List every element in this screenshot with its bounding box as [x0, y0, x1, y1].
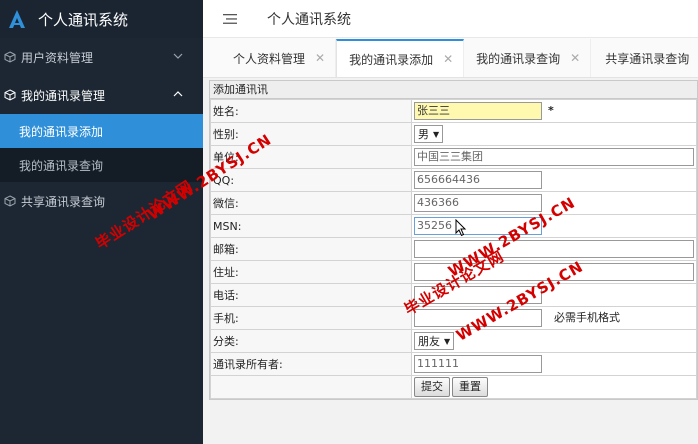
tab-bar: 个人资料管理 ✕ 我的通讯录添加 ✕ 我的通讯录查询 ✕ 共享通讯录查询 ✕	[203, 38, 698, 78]
category-select[interactable]: 朋友 ▼	[414, 332, 455, 350]
form-row-wechat: 微信: 436366	[210, 191, 697, 215]
cube-icon	[4, 89, 16, 101]
chevron-up-icon	[173, 91, 183, 97]
sidebar-item-shared-contacts[interactable]: 共享通讯录查询	[0, 182, 203, 220]
brand: 个人通讯系统	[0, 0, 203, 38]
cube-icon	[4, 51, 16, 63]
field-label: 邮箱:	[210, 237, 412, 261]
field-label: 电话:	[210, 283, 412, 307]
sidebar: 个人通讯系统 用户资料管理 我的通讯录管理 我的通讯录添加 我的通讯录查询 共享…	[0, 0, 203, 444]
gender-select[interactable]: 男 ▼	[414, 125, 444, 143]
form-row-msn: MSN: 35256	[210, 214, 697, 238]
phone-input[interactable]	[414, 286, 542, 304]
tab-label: 共享通讯录查询	[605, 51, 690, 66]
qq-input[interactable]: 656664436	[414, 171, 542, 189]
tab-personal-profile[interactable]: 个人资料管理 ✕	[203, 39, 337, 77]
company-input[interactable]: 中国三三集团	[414, 148, 694, 166]
tab-add-contact[interactable]: 我的通讯录添加 ✕	[336, 39, 465, 77]
field-label: MSN:	[210, 214, 412, 238]
sidebar-submenu: 我的通讯录添加 我的通讯录查询	[0, 114, 203, 182]
cube-icon	[4, 195, 16, 207]
mobile-input[interactable]	[414, 309, 542, 327]
menu-toggle-icon[interactable]	[223, 13, 237, 25]
form-row-qq: QQ: 656664436	[210, 168, 697, 192]
tab-shared-contacts[interactable]: 共享通讯录查询 ✕	[591, 39, 698, 77]
close-icon[interactable]: ✕	[570, 51, 580, 65]
wechat-input[interactable]: 436366	[414, 194, 542, 212]
mobile-format-hint: 必需手机格式	[554, 311, 620, 324]
field-label: 微信:	[210, 191, 412, 215]
form-row-company: 单位: 中国三三集团	[210, 145, 697, 169]
form-row-gender: 性别: 男 ▼	[210, 122, 697, 146]
close-icon[interactable]: ✕	[443, 52, 453, 66]
submit-button[interactable]: 提交	[414, 377, 450, 397]
dropdown-arrow-icon: ▼	[433, 129, 440, 139]
reset-button[interactable]: 重置	[452, 377, 488, 397]
page-title: 个人通讯系统	[267, 11, 351, 28]
form-row-actions: 提交 重置	[210, 375, 697, 399]
email-input[interactable]	[414, 240, 694, 258]
field-label: QQ:	[210, 168, 412, 192]
gender-selected-value: 男	[418, 128, 429, 141]
field-label: 住址:	[210, 260, 412, 284]
msn-input[interactable]: 35256	[414, 217, 542, 235]
form-row-owner: 通讯录所有者: 111111	[210, 352, 697, 376]
form-row-name: 姓名: 张三三 *	[210, 99, 697, 123]
sidebar-item-query-contact[interactable]: 我的通讯录查询	[0, 148, 203, 182]
dropdown-arrow-icon: ▼	[444, 336, 451, 346]
category-selected-value: 朋友	[418, 335, 440, 348]
field-label: 性别:	[210, 122, 412, 146]
sidebar-item-my-contacts[interactable]: 我的通讯录管理	[0, 76, 203, 114]
owner-input[interactable]: 111111	[414, 355, 542, 373]
required-mark: *	[548, 104, 554, 117]
form-row-address: 住址:	[210, 260, 697, 284]
field-label: 手机:	[210, 306, 412, 330]
field-label: 分类:	[210, 329, 412, 353]
field-label: 姓名:	[210, 99, 412, 123]
app-title: 个人通讯系统	[38, 10, 129, 29]
tab-label: 我的通讯录添加	[349, 52, 434, 67]
form-row-phone: 电话:	[210, 283, 697, 307]
sidebar-item-add-contact[interactable]: 我的通讯录添加	[0, 114, 203, 148]
top-header: 个人通讯系统	[203, 0, 698, 38]
mouse-cursor-icon	[455, 219, 467, 237]
tab-query-contact[interactable]: 我的通讯录查询 ✕	[464, 39, 592, 77]
name-input[interactable]: 张三三	[414, 102, 542, 120]
address-input[interactable]	[414, 263, 694, 281]
sidebar-item-label: 共享通讯录查询	[21, 194, 106, 209]
field-label: 单位:	[210, 145, 412, 169]
tab-label: 个人资料管理	[233, 51, 306, 66]
sidebar-item-label: 我的通讯录管理	[21, 88, 106, 103]
tab-label: 我的通讯录查询	[476, 51, 561, 66]
sidebar-item-label: 用户资料管理	[21, 50, 94, 65]
sidebar-item-user-profile[interactable]: 用户资料管理	[0, 38, 203, 76]
form-row-mobile: 手机: 必需手机格式	[210, 306, 697, 330]
app-logo-icon	[9, 10, 25, 28]
form-table: 姓名: 张三三 * 性别: 男 ▼ 单位: 中国三三集团 QQ: 656664436	[210, 99, 697, 399]
form-row-category: 分类: 朋友 ▼	[210, 329, 697, 353]
field-label: 通讯录所有者:	[210, 352, 412, 376]
close-icon[interactable]: ✕	[315, 51, 325, 65]
main-content: 添加通讯讯 姓名: 张三三 * 性别: 男 ▼ 单位: 中国三三集团 QQ: 656…	[203, 78, 698, 444]
add-contact-form: 添加通讯讯 姓名: 张三三 * 性别: 男 ▼ 单位: 中国三三集团 QQ: 656…	[209, 80, 698, 400]
form-caption: 添加通讯讯	[210, 81, 697, 99]
form-row-email: 邮箱:	[210, 237, 697, 261]
chevron-down-icon	[173, 53, 183, 59]
